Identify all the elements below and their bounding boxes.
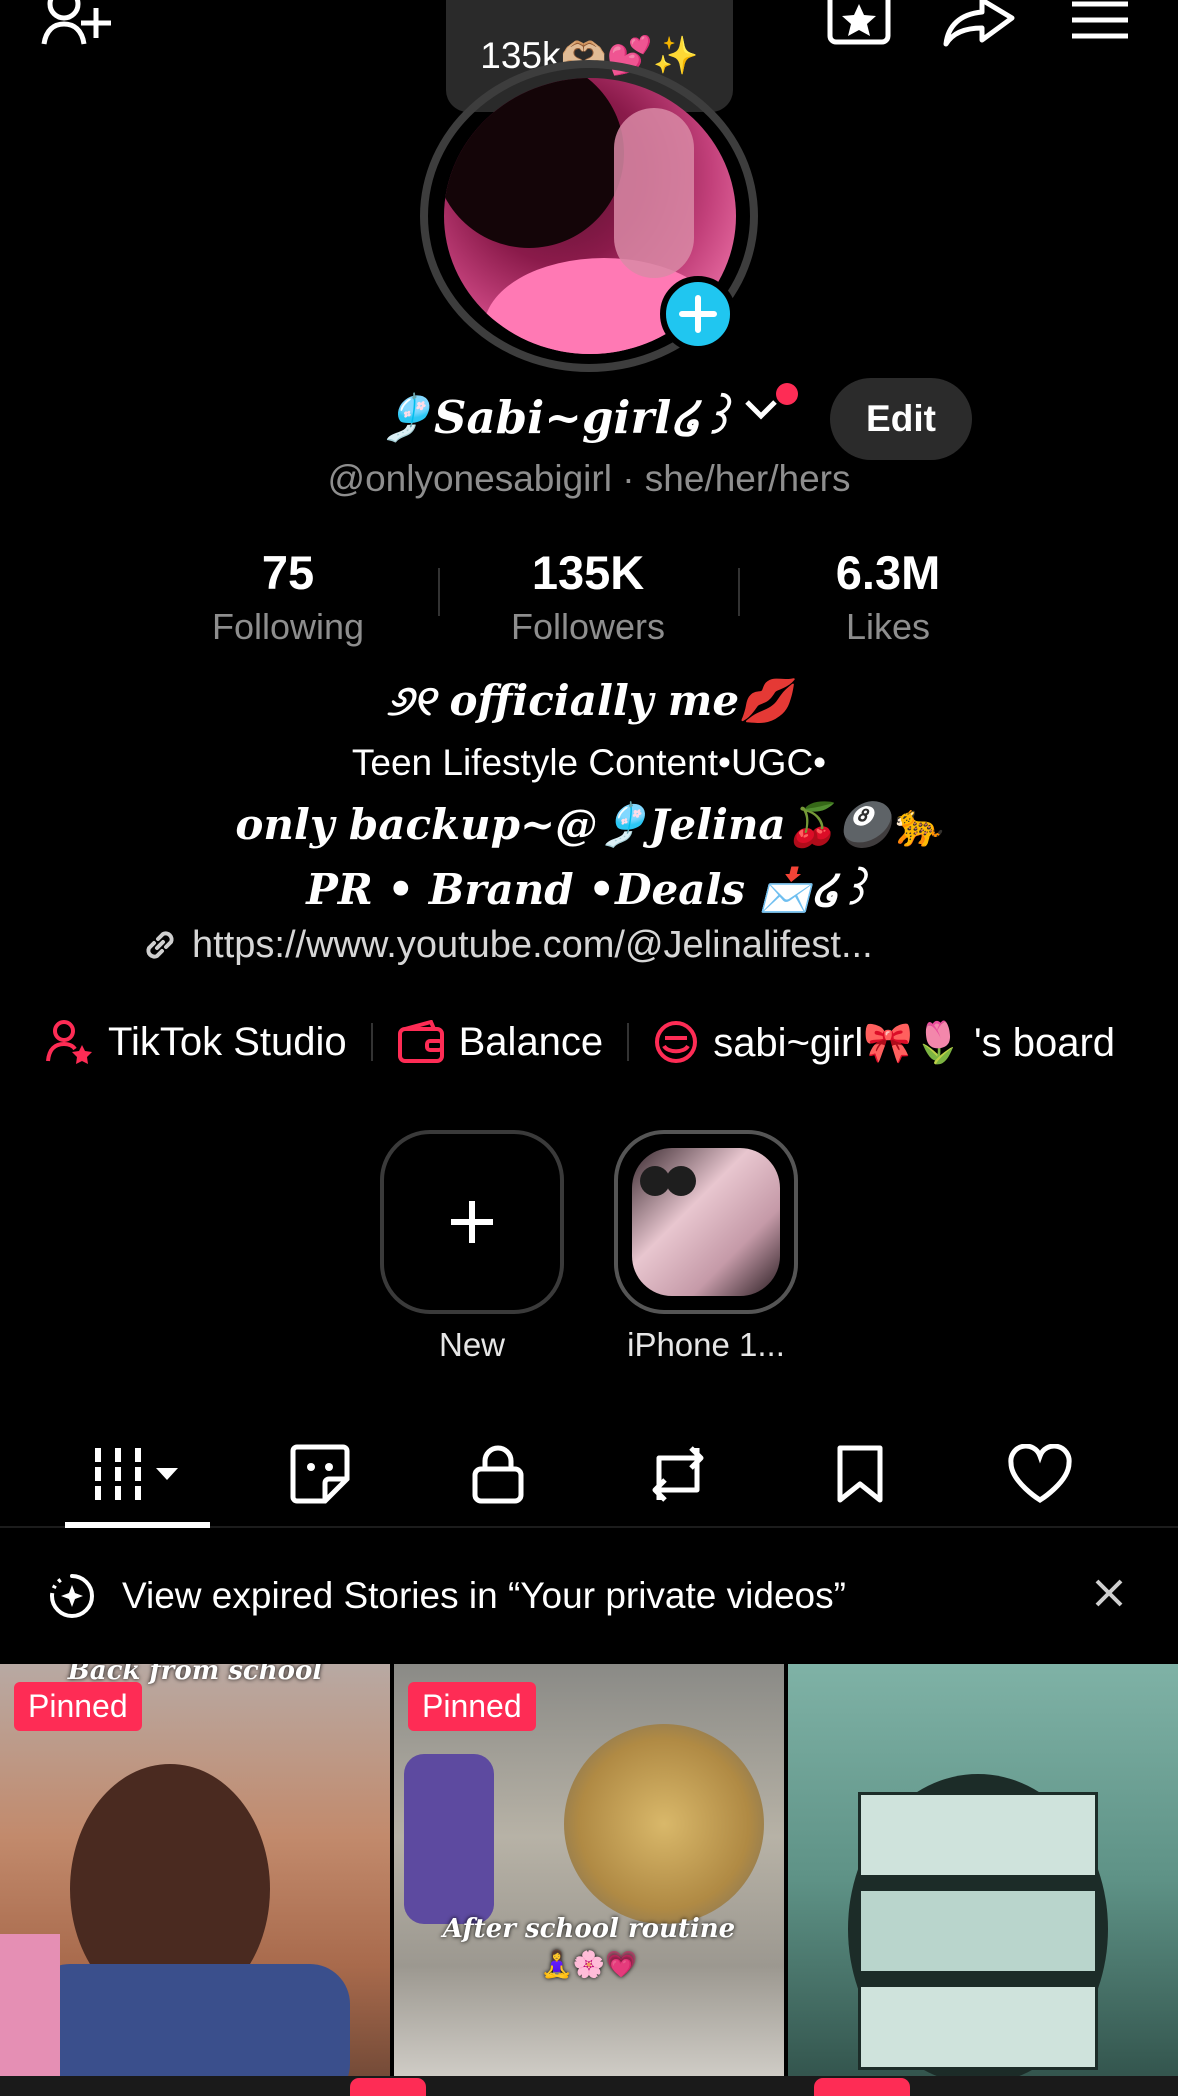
person-star-icon (46, 1020, 92, 1064)
story-highlight-label: iPhone 1... (627, 1326, 785, 1363)
add-friend-icon[interactable] (40, 0, 116, 46)
notification-badge (814, 2078, 910, 2096)
bio-line-4: PR • Brand •Deals 📩໒꒱ (306, 865, 872, 914)
content-tabs (0, 1420, 1178, 1528)
tools-divider (370, 1023, 373, 1061)
tools-row: TikTok Studio Balance sabi~girl🎀🌷 's boa… (0, 1012, 1178, 1072)
following-count: 75 (261, 546, 315, 599)
heart-icon (1008, 1444, 1072, 1503)
video-strip (858, 1888, 1098, 1974)
video-noodles (564, 1724, 764, 1924)
video-thumbnail[interactable]: After school routine 🧘‍♀️🌸💗 Pinned (394, 1664, 784, 2096)
tools-divider (627, 1023, 630, 1061)
bio-link-text: https://www.youtube.com/@Jelinalifest... (192, 923, 873, 966)
likes-label: Likes (845, 606, 931, 647)
video-strip (858, 1984, 1098, 2070)
video-person (404, 1754, 494, 1924)
plus-icon (451, 1201, 493, 1243)
board-icon (655, 1021, 698, 1063)
hamburger-menu-icon[interactable] (1070, 0, 1130, 40)
stat-likes[interactable]: 6.3M Likes (738, 545, 1038, 648)
videos-grid-icon (95, 1448, 178, 1500)
expired-stories-banner[interactable]: View expired Stories in “Your private vi… (0, 1560, 1178, 1632)
tab-favorites[interactable] (820, 1434, 900, 1514)
chevron-down-icon[interactable] (744, 398, 778, 422)
board-button[interactable]: sabi~girl🎀🌷 's board (653, 1019, 1115, 1066)
notification-badge (350, 2078, 426, 2096)
lock-icon (472, 1445, 524, 1504)
edit-profile-button[interactable]: Edit (830, 378, 972, 460)
bio-line-2: Teen Lifestyle Content•UGC• (351, 742, 827, 783)
balance-label: Balance (458, 1019, 604, 1064)
star-icon[interactable] (826, 0, 892, 46)
video-caption: After school routine (442, 1914, 736, 1944)
followers-count: 135K (531, 546, 645, 599)
share-arrow-icon[interactable] (942, 0, 1016, 48)
new-story-label: New (438, 1326, 506, 1363)
notification-dot (776, 383, 798, 405)
pinned-badge: Pinned (14, 1682, 142, 1731)
balance-button[interactable]: Balance (397, 1019, 604, 1065)
repost-icon (652, 1446, 704, 1502)
plus-icon (679, 295, 717, 333)
tiktok-studio-button[interactable]: TikTok Studio (46, 1019, 347, 1065)
add-story-button[interactable] (660, 276, 736, 352)
tab-stickers[interactable] (280, 1434, 360, 1514)
tiktok-studio-label: TikTok Studio (108, 1019, 347, 1064)
following-label: Following (211, 606, 365, 647)
wallet-icon (397, 1020, 444, 1063)
video-bag (0, 1934, 60, 2094)
video-grid: Back from school Pinned After school rou… (0, 1664, 1178, 2096)
active-tab-indicator (65, 1522, 210, 1528)
story-highlight[interactable] (614, 1130, 798, 1314)
bio-line-1: ୬୧ officially me💋 (386, 676, 792, 725)
video-caption-emoji: 🧘‍♀️🌸💗 (540, 1950, 638, 1980)
followers-label: Followers (510, 606, 666, 647)
bio-line-3: only backup~@🎐Jelina🍒🎱🐆 (235, 800, 943, 849)
link-icon (146, 931, 174, 959)
video-thumbnail[interactable] (788, 1664, 1178, 2096)
stat-followers[interactable]: 135K Followers (438, 545, 738, 648)
new-story-button[interactable] (380, 1130, 564, 1314)
close-icon[interactable] (1092, 1576, 1126, 1610)
story-sparkle-icon (50, 1574, 94, 1618)
tab-reposts[interactable] (638, 1434, 718, 1514)
bottom-nav-edge (0, 2076, 1178, 2096)
tab-private[interactable] (458, 1434, 538, 1514)
story-thumbnail (632, 1148, 780, 1296)
video-strip (858, 1792, 1098, 1878)
pinned-badge: Pinned (408, 1682, 536, 1731)
tab-videos[interactable] (90, 1434, 190, 1514)
stat-following[interactable]: 75 Following (138, 545, 438, 648)
bio-link[interactable]: https://www.youtube.com/@Jelinalifest... (140, 920, 1040, 970)
board-label: sabi~girl🎀🌷 's board (713, 1020, 1116, 1065)
banner-text: View expired Stories in “Your private vi… (122, 1575, 846, 1616)
video-thumbnail[interactable]: Back from school Pinned (0, 1664, 390, 2096)
stickers-icon (290, 1444, 350, 1504)
bookmark-icon (837, 1445, 883, 1503)
tab-liked[interactable] (1000, 1434, 1080, 1514)
username-pronouns: @onlyonesabigirl · she/her/hers (327, 458, 851, 499)
display-name[interactable]: 🎐Sabi~girl໒꒱ (378, 385, 735, 444)
likes-count: 6.3M (835, 546, 941, 599)
